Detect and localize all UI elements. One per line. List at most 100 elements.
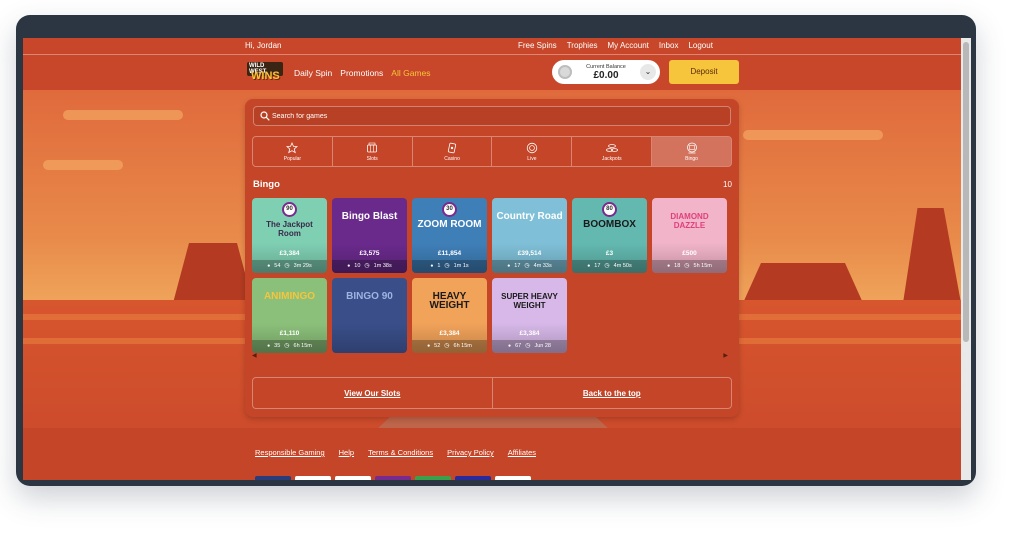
jackpot-amount: £3,384 [279,250,300,257]
tab-slots[interactable]: Slots [333,137,413,166]
game-tile[interactable]: 80 BOOMBOX £3 ● 17 ◷ 4m 50s [572,198,647,273]
footer-links: Responsible Gaming Help Terms & Conditio… [255,448,536,457]
user-icon: ● [587,263,591,269]
jackpot-amount: £11,854 [437,250,462,257]
game-title: Country Road [496,211,563,222]
payment-logo [375,476,411,480]
trophies-link[interactable]: Trophies [567,41,598,50]
game-title: BOOMBOX [583,219,636,230]
logo-bottom-text: WINS [251,70,280,82]
game-title: ANIMINGO [263,291,316,302]
game-art: Bingo Blast [332,198,407,247]
tab-label: Slots [366,156,378,162]
jackpot-amount: £500 [682,250,697,257]
view-our-slots-link[interactable]: View Our Slots [253,378,493,408]
coins-icon [605,144,618,152]
tab-label: Bingo [685,156,698,162]
panel-footer-buttons: View Our Slots Back to the top [252,377,732,409]
game-tile[interactable]: Bingo Blast £3,575 ● 10 ◷ 1m 38s [332,198,407,273]
start-time: 3m 29s [293,263,312,269]
star-icon [286,142,299,154]
tab-popular[interactable]: Popular [253,137,333,166]
jackpot-amount: £39,514 [517,250,542,257]
payment-logo [255,476,291,480]
scrollbar-thumb[interactable] [963,42,969,342]
search-input[interactable] [272,110,712,123]
game-art: BINGO 90 [332,278,407,327]
chevron-down-icon[interactable]: ⌄ [640,64,656,80]
start-time: 1m 38s [373,263,392,269]
user-icon: ● [267,263,271,269]
game-stats: ● 1 ◷ 1m 1s [412,260,487,273]
browser-viewport: Hi, Jordan Free Spins Trophies My Accoun… [23,38,961,480]
payment-logo [415,476,451,480]
nav-links: Daily Spin Promotions All Games [294,68,431,78]
tab-casino[interactable]: Casino [413,137,493,166]
scroll-right-icon[interactable]: ▶ [723,352,728,359]
inbox-link[interactable]: Inbox [659,41,679,50]
game-stats: ● 17 ◷ 4m 33s [492,260,567,273]
user-icon: ● [430,263,434,269]
game-tile[interactable]: SUPER HEAVY WEIGHT £3,384 ● 67 ◷ Jun 28 [492,278,567,353]
nav-all-games[interactable]: All Games [391,68,430,78]
start-time: 1m 1s [453,263,469,269]
games-panel: Popular Slots Casino Live Jackpots Bingo [245,99,739,417]
cards-icon [447,142,457,154]
payment-logo [335,476,371,480]
game-title: DIAMOND DAZZLE [670,212,709,230]
game-title: SUPER HEAVY WEIGHT [501,292,558,310]
scroll-arrows: ◀ ▶ [252,352,728,359]
balance-amount: £0.00 [593,70,619,81]
tab-label: Casino [444,156,460,162]
scroll-left-icon[interactable]: ◀ [252,352,257,359]
user-icon: ● [347,263,351,269]
game-title: Bingo Blast [341,211,398,222]
site-logo[interactable]: WILD WEST WINS [247,62,283,84]
game-tile[interactable]: HEAVY WEIGHT £3,384 ● 52 ◷ 6h 15m [412,278,487,353]
bingo-ball-icon: 30 [442,202,457,217]
nav-daily-spin[interactable]: Daily Spin [294,68,332,78]
privacy-policy-link[interactable]: Privacy Policy [447,448,494,457]
free-spins-link[interactable]: Free Spins [518,41,557,50]
tab-live[interactable]: Live [492,137,573,166]
game-tile[interactable]: BINGO 90 [332,278,407,353]
deposit-button[interactable]: Deposit [669,60,739,84]
game-art: 30 ZOOM ROOM [412,198,487,247]
game-art: 90 The Jackpot Room [252,198,327,247]
players-count: 54 [274,263,281,269]
tab-jackpots[interactable]: Jackpots [572,137,653,166]
game-tile[interactable]: 90 The Jackpot Room £3,384 ● 54 ◷ 3m 29s [252,198,327,273]
search-icon [260,111,270,121]
bingo-ball-icon: 80 [602,202,617,217]
game-stats: ● 18 ◷ 5h 15m [652,260,727,273]
game-art: Country Road [492,198,567,247]
game-art: 80 BOOMBOX [572,198,647,247]
jackpot-amount: £3,575 [359,250,380,257]
payment-badges [255,476,531,480]
category-tabs: Popular Slots Casino Live Jackpots Bingo [252,136,732,167]
game-title: The Jackpot Room [266,220,313,238]
nav-promotions[interactable]: Promotions [340,68,383,78]
terms-link[interactable]: Terms & Conditions [368,448,433,457]
section-title: Bingo [253,179,280,190]
game-tile[interactable]: DIAMOND DAZZLE £500 ● 18 ◷ 5h 15m [652,198,727,273]
clock-icon: ◷ [444,263,450,269]
page-scrollbar[interactable] [961,38,971,480]
logout-link[interactable]: Logout [688,41,712,50]
game-tile[interactable]: ANIMINGO £1,110 ● 35 ◷ 6h 15m [252,278,327,353]
game-tile[interactable]: 30 ZOOM ROOM £11,854 ● 1 ◷ 1m 1s [412,198,487,273]
players-count: 10 [354,263,361,269]
tab-label: Jackpots [601,156,622,162]
tab-bingo[interactable]: Bingo [652,137,731,166]
clock-icon: ◷ [364,263,370,269]
help-link[interactable]: Help [339,448,354,457]
responsible-gaming-link[interactable]: Responsible Gaming [255,448,325,457]
affiliates-link[interactable]: Affiliates [508,448,536,457]
balance-widget[interactable]: Current Balance £0.00 ⌄ [552,60,660,84]
my-account-link[interactable]: My Account [608,41,649,50]
main-nav: WILD WEST WINS Daily Spin Promotions All… [23,55,961,90]
game-tile[interactable]: Country Road £39,514 ● 17 ◷ 4m 33s [492,198,567,273]
search-box [253,106,731,126]
payment-logo [295,476,331,480]
back-to-top-link[interactable]: Back to the top [493,378,732,408]
